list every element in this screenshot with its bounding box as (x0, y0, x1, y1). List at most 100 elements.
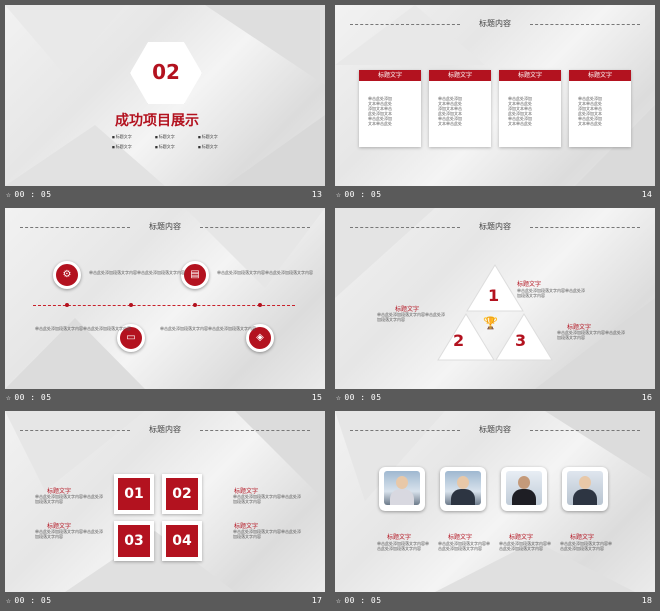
number-box: 02 (162, 474, 202, 514)
header-text: 标题内容 (479, 222, 511, 231)
slide-footer: ☆ 00 : 05 14 (330, 186, 660, 203)
slide-thumb-18[interactable]: 标题内容 标题文字 标题文字 标题文字 标题文字 单击此处添加段落文字内容单击此… (330, 406, 660, 609)
header-text: 标题内容 (149, 222, 181, 231)
slide-18-canvas: 标题内容 标题文字 标题文字 标题文字 标题文字 单击此处添加段落文字内容单击此… (335, 411, 655, 592)
slide-header: 标题内容 (335, 424, 655, 436)
person-text: 单击此处添加段落文字内容单击此处添加段落文字内容 (560, 541, 612, 551)
card-line: 文本单击此处 (438, 121, 462, 126)
number-box: 01 (114, 474, 154, 514)
item-text: 单击此处添加段落文字内容单击此处添加段落文字内容 (233, 494, 301, 504)
person-title: 标题文字 (570, 534, 595, 541)
slide-17-canvas: 标题内容 01 02 03 04 标题文字 单击此处添加段落文字内容单击此处添加… (5, 411, 325, 592)
info-card: 标题文字 单击此处添加 文本单击此处 添加文本单击 此处添加文本 单击此处添加 … (429, 70, 491, 147)
slide-number: 13 (311, 190, 322, 199)
person-photo (501, 467, 547, 511)
slide-timing: 00 : 05 (14, 393, 52, 402)
item-title: 标题文字 (517, 281, 542, 288)
timeline-dot (65, 303, 69, 307)
bullet-item: 标题文字 (155, 134, 175, 139)
slide-footer: ☆ 00 : 05 18 (330, 592, 660, 609)
card-title: 标题文字 (429, 70, 491, 81)
step-text: 单击此处添加段落文字内容单击此处添加段落文字内容 (89, 270, 185, 275)
timeline-line (33, 305, 295, 306)
person-text: 单击此处添加段落文字内容单击此处添加段落文字内容 (499, 541, 551, 551)
slide-footer: ☆ 00 : 05 17 (0, 592, 330, 609)
card-line: 文本单击此处 (508, 121, 532, 126)
gears-icon: ⚙ (53, 261, 81, 289)
slide-thumb-14[interactable]: 标题内容 标题文字 单击此处添加 文本单击此处 添加文本单击 此处添加文本 单击… (330, 0, 660, 203)
header-text: 标题内容 (479, 425, 511, 434)
slide-14-canvas: 标题内容 标题文字 单击此处添加 文本单击此处 添加文本单击 此处添加文本 单击… (335, 5, 655, 186)
star-icon: ☆ (336, 190, 342, 199)
slide-header: 标题内容 (335, 18, 655, 30)
star-icon: ☆ (6, 190, 12, 199)
person-photo (562, 467, 608, 511)
header-text: 标题内容 (149, 425, 181, 434)
step-number: 3 (515, 331, 527, 350)
bullet-item: 标题文字 (198, 134, 218, 139)
card-title: 标题文字 (499, 70, 561, 81)
section-title: 成功项目展示 (115, 113, 199, 129)
person-title: 标题文字 (387, 534, 412, 541)
box-number: 04 (166, 525, 198, 557)
box-number: 03 (118, 525, 150, 557)
step-text: 单击此处添加段落文字内容单击此处添加段落文字内容 (35, 326, 131, 331)
star-icon: ☆ (336, 596, 342, 605)
box-number: 02 (166, 478, 198, 510)
item-text: 单击此处添加段落文字内容单击此处添加段落文字内容 (233, 529, 301, 539)
section-number: 02 (152, 60, 180, 84)
slide-thumb-16[interactable]: 标题内容 1 2 3 🏆 标题文字 单击此处添加段落文字内容单击此处添加段落文字… (330, 203, 660, 406)
box-number: 01 (118, 478, 150, 510)
item-text: 单击此处添加段落文字内容单击此处添加段落文字内容 (377, 312, 445, 322)
header-text: 标题内容 (479, 19, 511, 28)
person-photo (440, 467, 486, 511)
person-text: 单击此处添加段落文字内容单击此处添加段落文字内容 (377, 541, 429, 551)
star-icon: ☆ (6, 393, 12, 402)
slide-timing: 00 : 05 (344, 393, 382, 402)
trophy-icon: 🏆 (483, 316, 498, 330)
timeline-dot (129, 303, 133, 307)
card-title: 标题文字 (569, 70, 631, 81)
item-text: 单击此处添加段落文字内容单击此处添加段落文字内容 (517, 288, 585, 298)
slide-number: 14 (641, 190, 652, 199)
person-photo (379, 467, 425, 511)
person-title: 标题文字 (448, 534, 473, 541)
slide-footer: ☆ 00 : 05 15 (0, 389, 330, 406)
slide-timing: 00 : 05 (344, 190, 382, 199)
slide-header: 标题内容 (5, 424, 325, 436)
number-box: 03 (114, 521, 154, 561)
bullet-item: 标题文字 (112, 134, 132, 139)
info-card: 标题文字 单击此处添加 文本单击此处 添加文本单击 此处添加文本 单击此处添加 … (569, 70, 631, 147)
slide-number: 17 (311, 596, 322, 605)
slide-thumb-15[interactable]: 标题内容 ⚙ ▤ ▭ ◈ 单击此处添加段落文字内容单击此处添加段落文字内容 单击… (0, 203, 330, 406)
step-text: 单击此处添加段落文字内容单击此处添加段落文字内容 (217, 270, 313, 275)
slide-thumb-17[interactable]: 标题内容 01 02 03 04 标题文字 单击此处添加段落文字内容单击此处添加… (0, 406, 330, 609)
star-icon: ☆ (6, 596, 12, 605)
timeline-dot (193, 303, 197, 307)
number-box: 04 (162, 521, 202, 561)
info-card: 标题文字 单击此处添加 文本单击此处 添加文本单击 此处添加文本 单击此处添加 … (499, 70, 561, 147)
slide-number: 18 (641, 596, 652, 605)
slide-header: 标题内容 (5, 221, 325, 233)
slide-header: 标题内容 (335, 221, 655, 233)
item-text: 单击此处添加段落文字内容单击此处添加段落文字内容 (35, 494, 103, 504)
card-line: 文本单击此处 (578, 121, 602, 126)
slide-footer: ☆ 00 : 05 13 (0, 186, 330, 203)
card-title: 标题文字 (359, 70, 421, 81)
slide-number: 16 (641, 393, 652, 402)
bullet-item: 标题文字 (112, 144, 132, 149)
slide-footer: ☆ 00 : 05 16 (330, 389, 660, 406)
person-text: 单击此处添加段落文字内容单击此处添加段落文字内容 (438, 541, 490, 551)
step-number: 2 (453, 331, 465, 350)
slide-15-canvas: 标题内容 ⚙ ▤ ▭ ◈ 单击此处添加段落文字内容单击此处添加段落文字内容 单击… (5, 208, 325, 389)
person-title: 标题文字 (509, 534, 534, 541)
slide-thumb-13[interactable]: 02 成功项目展示 标题文字 标题文字 标题文字 标题文字 标题文字 标题文字 … (0, 0, 330, 203)
slide-16-canvas: 标题内容 1 2 3 🏆 标题文字 单击此处添加段落文字内容单击此处添加段落文字… (335, 208, 655, 389)
poly-background (5, 208, 325, 389)
info-card: 标题文字 单击此处添加 文本单击此处 添加文本单击 此处添加文本 单击此处添加 … (359, 70, 421, 147)
item-text: 单击此处添加段落文字内容单击此处添加段落文字内容 (35, 529, 103, 539)
slide-timing: 00 : 05 (14, 596, 52, 605)
slide-timing: 00 : 05 (344, 596, 382, 605)
slide-number: 15 (311, 393, 322, 402)
slide-timing: 00 : 05 (14, 190, 52, 199)
